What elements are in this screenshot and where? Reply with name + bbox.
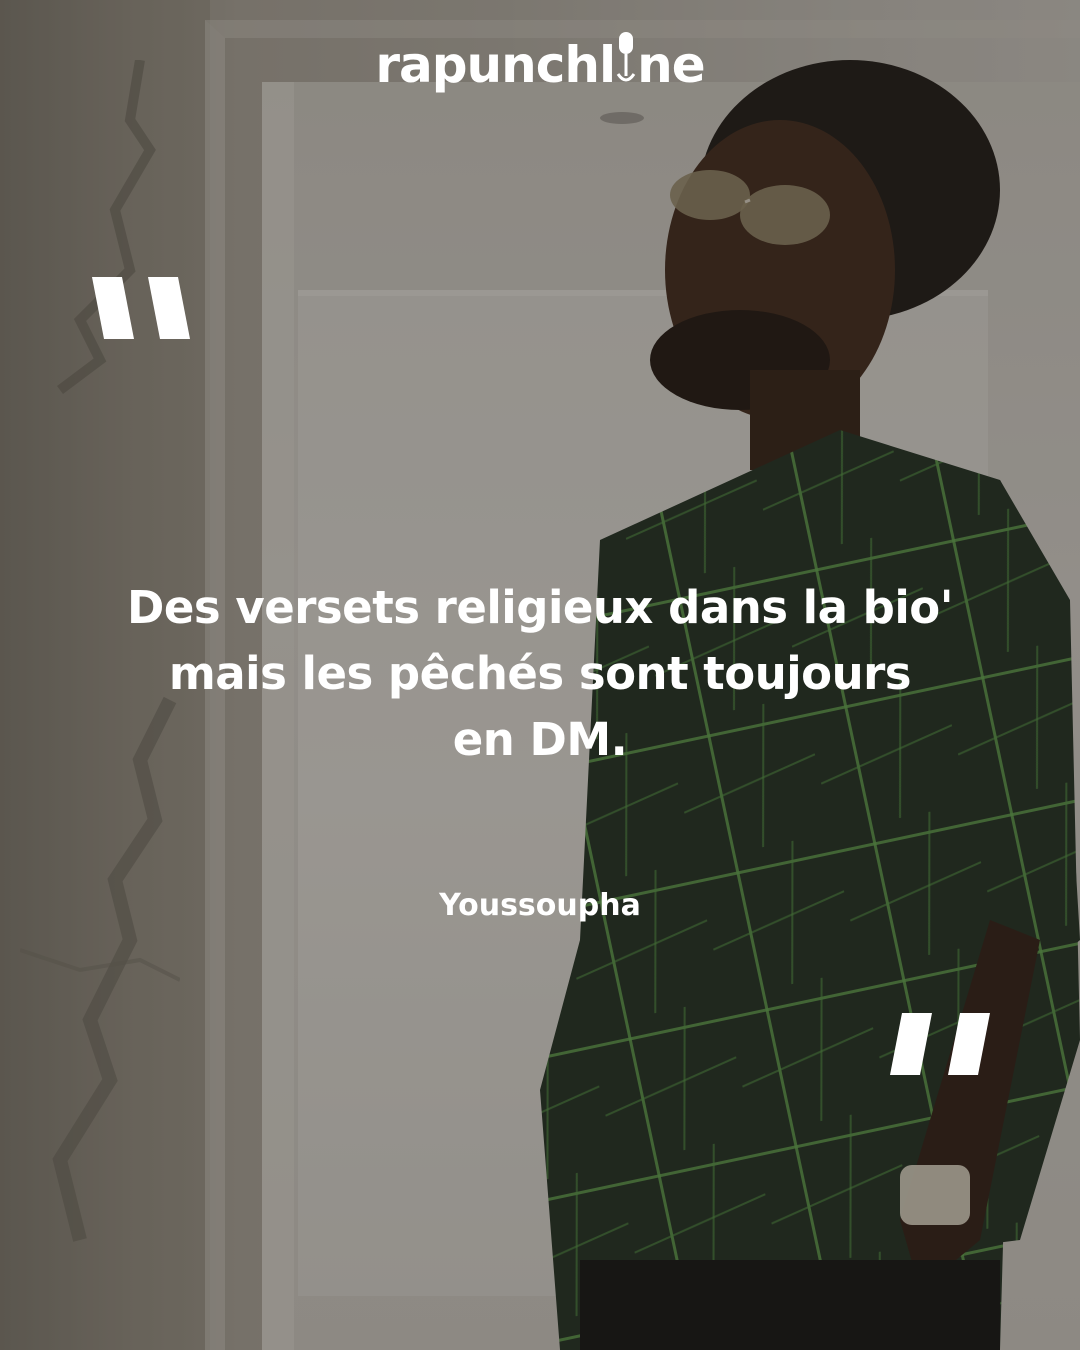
brand-logo: rapunchl ne — [0, 30, 1080, 94]
logo-text-left: rapunchl — [375, 36, 616, 94]
open-quote-icon — [92, 277, 190, 339]
quote-card: rapunchl ne Des versets religieux dans l… — [0, 0, 1080, 1350]
close-quote-icon — [890, 1013, 990, 1075]
quote-line: Des versets religieux dans la bio' — [127, 581, 953, 634]
quote-text: Des versets religieux dans la bio' mais … — [60, 575, 1020, 773]
microphone-icon — [616, 32, 636, 82]
quote-line: en DM. — [452, 713, 628, 766]
quote-line: mais les pêchés sont toujours — [168, 647, 912, 700]
quote-author: Youssoupha — [439, 888, 641, 923]
logo-text-right: ne — [637, 36, 706, 94]
